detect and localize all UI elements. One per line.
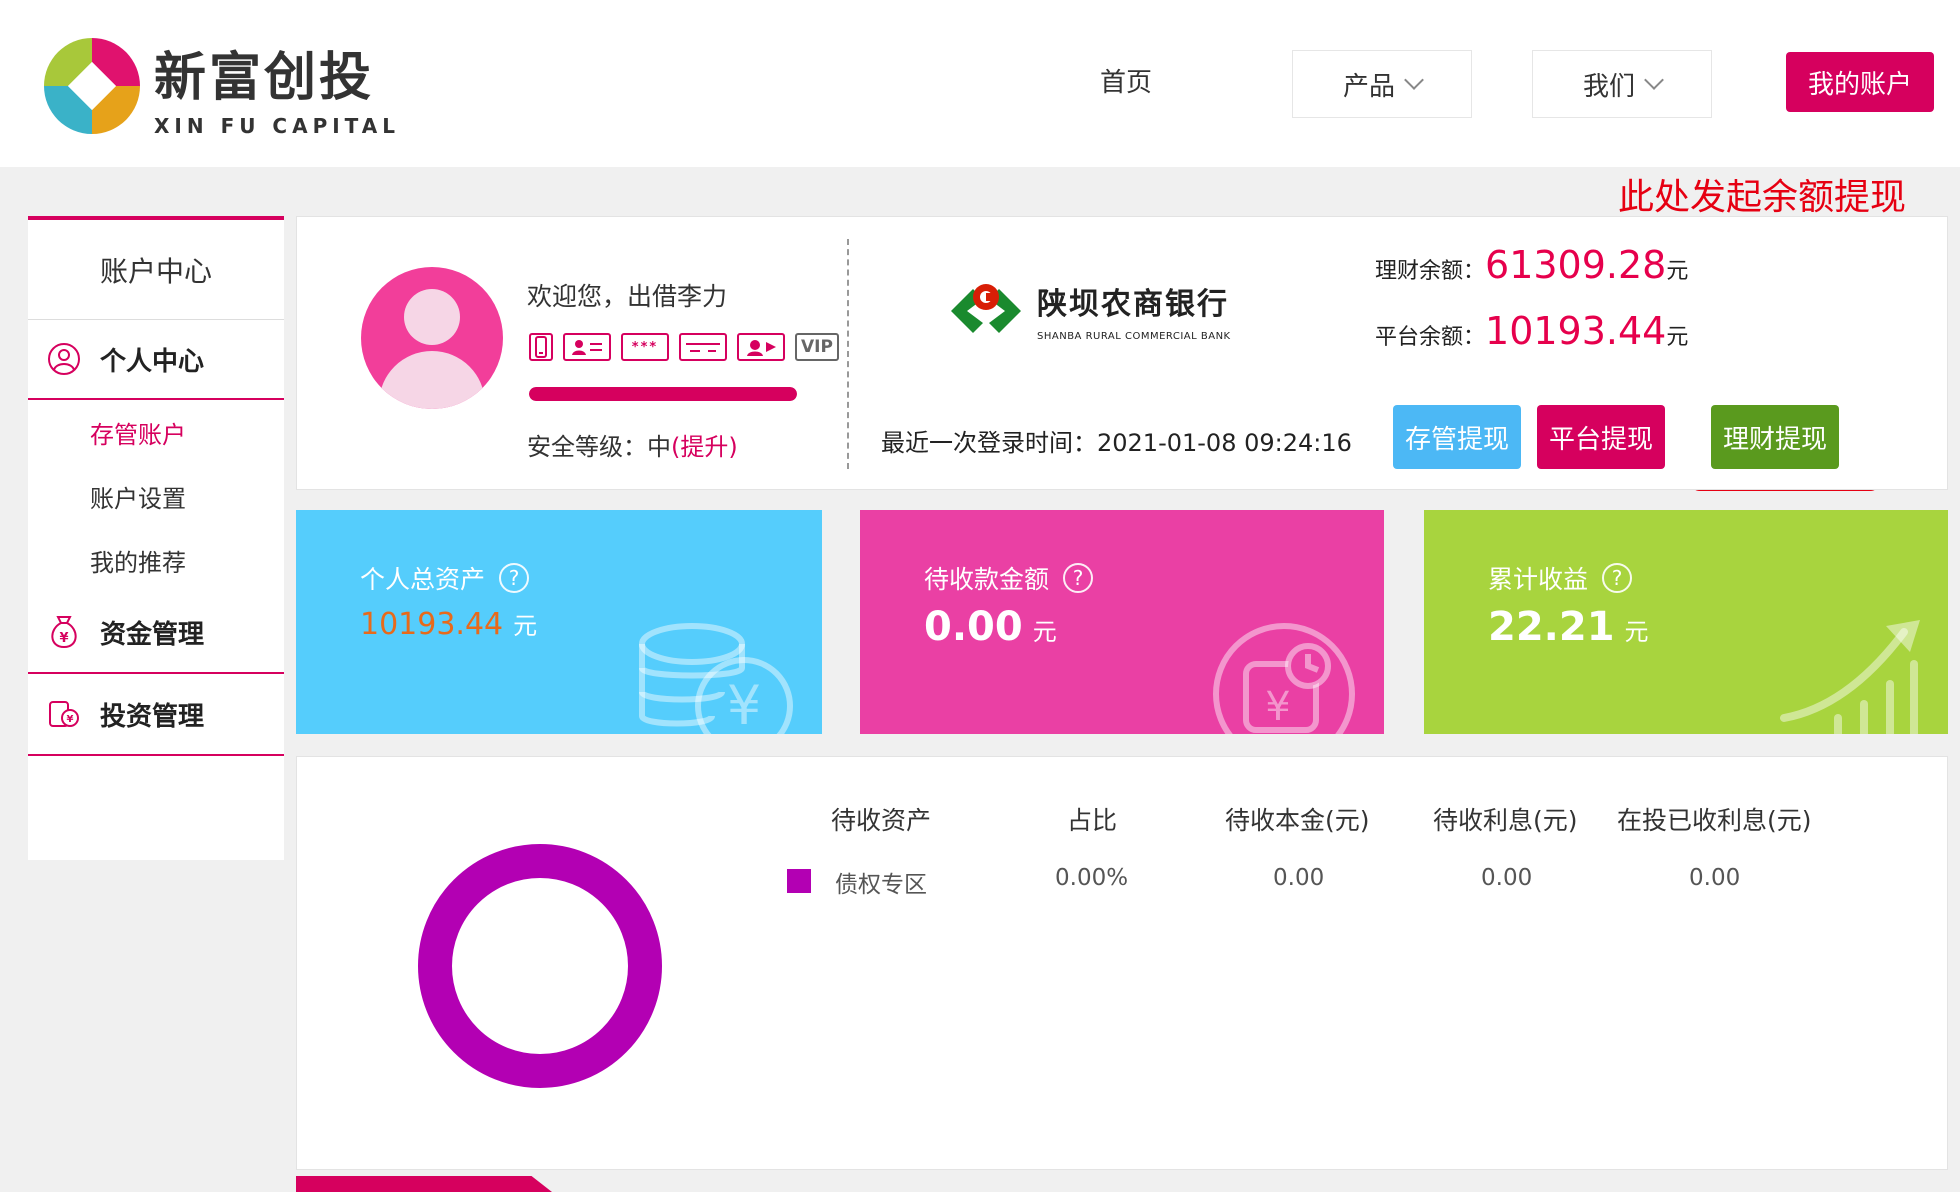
nav-home[interactable]: 首页 <box>1100 62 1152 99</box>
table-header-principal: 待收本金(元) <box>1225 806 1370 835</box>
help-icon[interactable]: ? <box>1602 563 1633 593</box>
profile-divider <box>847 239 849 469</box>
site-logo[interactable]: 新富创投 XIN FU CAPITAL <box>42 36 395 144</box>
platform-balance: 平台余额： 10193.44 元 <box>1375 309 1688 353</box>
help-icon[interactable]: ? <box>499 563 530 593</box>
last-login-time: 最近一次登录时间：2021-01-08 09:24:16 <box>881 429 1352 457</box>
video-icon[interactable] <box>737 333 785 361</box>
svg-text:¥: ¥ <box>59 631 68 646</box>
platform-balance-value: 10193.44 <box>1485 309 1667 353</box>
assets-donut-chart <box>418 844 662 1088</box>
stat-label: 待收款金额 <box>924 565 1050 594</box>
chevron-down-icon <box>1644 70 1664 90</box>
finance-withdraw-button[interactable]: 理财提现 <box>1711 405 1839 469</box>
stat-label: 累计收益 <box>1488 565 1589 594</box>
stat-accumulated-earnings: 累计收益? 22.21 元 <box>1424 510 1948 734</box>
sidebar-group-investment-management[interactable]: ¥ 投资管理 <box>28 674 284 756</box>
welcome-text: 欢迎您，出借李力 <box>527 282 728 311</box>
table-cell-interest: 0.00 <box>1481 865 1533 891</box>
table-header-asset: 待收资产 <box>831 806 932 835</box>
security-progress-bar <box>529 387 797 401</box>
security-upgrade-link[interactable]: (提升) <box>671 433 738 461</box>
stat-unit: 元 <box>1624 618 1649 646</box>
svg-text:¥: ¥ <box>1265 684 1290 730</box>
sidebar-title: 账户中心 <box>28 220 284 320</box>
stat-label: 个人总资产 <box>360 565 486 594</box>
svg-text:¥: ¥ <box>727 674 761 734</box>
vip-badge[interactable]: VIP <box>795 333 839 361</box>
stat-value: 0.00 <box>924 604 1023 650</box>
nav-us-label: 我们 <box>1582 71 1635 102</box>
finance-balance-unit: 元 <box>1666 259 1689 284</box>
chevron-down-icon <box>1404 70 1424 90</box>
site-header: 新富创投 XIN FU CAPITAL 首页 产品 我们 我的账户 <box>0 0 1960 167</box>
logo-mark-icon <box>44 38 140 134</box>
nav-products-label: 产品 <box>1342 71 1395 102</box>
table-cell-ratio: 0.00% <box>1055 865 1129 891</box>
logo-cn-text: 新富创投 <box>154 48 375 108</box>
sidebar-item-account-settings[interactable]: 账户设置 <box>28 464 284 528</box>
profile-card: 欢迎您，出借李力 *** VIP 安全等级：中(提升) 陕坝农商银行 SHANB… <box>296 216 1948 490</box>
sidebar-group-personal-center[interactable]: 个人中心 <box>28 320 284 400</box>
sidebar-group-label: 个人中心 <box>100 346 205 377</box>
bank-card-icon[interactable] <box>679 333 727 361</box>
password-icon[interactable]: *** <box>621 333 669 361</box>
growth-chart-icon <box>1780 620 1920 734</box>
stat-unit: 元 <box>513 612 538 640</box>
table-cell-asset: 债权专区 <box>835 872 927 898</box>
finance-balance: 理财余额： 61309.28 元 <box>1375 243 1688 287</box>
bank-name-cn: 陕坝农商银行 <box>1037 287 1229 322</box>
custody-withdraw-button[interactable]: 存管提现 <box>1393 405 1521 469</box>
annotation-text: 此处发起余额提现 <box>1618 177 1907 218</box>
platform-balance-label: 平台余额： <box>1375 325 1486 350</box>
stat-total-assets: 个人总资产? 10193.44 元 ¥ <box>296 510 822 734</box>
table-header-interest: 待收利息(元) <box>1433 806 1578 835</box>
finance-balance-label: 理财余额： <box>1375 259 1486 284</box>
stat-pending-receivable: 待收款金额? 0.00 元 ¥ <box>860 510 1384 734</box>
bank-emblem-icon <box>951 284 1021 333</box>
bank-name-en: SHANBA RURAL COMMERCIAL BANK <box>1037 331 1231 342</box>
bottom-tab-indicator <box>296 1176 552 1192</box>
avatar[interactable] <box>361 267 503 409</box>
coins-icon: ¥ <box>639 623 793 734</box>
table-cell-received-interest: 0.00 <box>1689 865 1741 891</box>
platform-withdraw-button[interactable]: 平台提现 <box>1537 405 1665 469</box>
legend-swatch <box>787 869 811 893</box>
id-card-icon[interactable] <box>563 333 611 361</box>
sidebar-item-custody-account[interactable]: 存管账户 <box>28 400 284 464</box>
nav-us-dropdown[interactable]: 我们 <box>1532 50 1712 118</box>
table-cell-principal: 0.00 <box>1273 865 1325 891</box>
help-icon[interactable]: ? <box>1063 563 1094 593</box>
table-header-received-interest: 在投已收利息(元) <box>1617 806 1812 835</box>
account-sidebar: 账户中心 个人中心 存管账户 账户设置 我的推荐 ¥ 资金管理 ¥ 投资管理 <box>28 216 284 860</box>
investment-icon: ¥ <box>46 696 82 732</box>
security-progress-fill <box>529 387 797 401</box>
sidebar-group-label: 资金管理 <box>100 619 205 650</box>
platform-balance-unit: 元 <box>1666 325 1689 350</box>
verification-badges: *** VIP <box>529 333 839 361</box>
phone-icon[interactable] <box>529 333 553 361</box>
finance-balance-value: 61309.28 <box>1485 243 1667 287</box>
security-level: 安全等级：中(提升) <box>527 427 738 462</box>
stat-value: 10193.44 <box>360 607 504 642</box>
sidebar-item-my-referrals[interactable]: 我的推荐 <box>28 528 284 592</box>
stat-unit: 元 <box>1032 618 1057 646</box>
security-level-label: 安全等级：中 <box>527 433 671 461</box>
sidebar-group-fund-management[interactable]: ¥ 资金管理 <box>28 592 284 674</box>
nav-products-dropdown[interactable]: 产品 <box>1292 50 1472 118</box>
table-header-ratio: 占比 <box>1067 806 1118 835</box>
my-account-button[interactable]: 我的账户 <box>1786 52 1934 112</box>
money-bag-icon: ¥ <box>46 614 82 650</box>
receivable-clock-icon: ¥ <box>1213 623 1355 734</box>
sidebar-group-label: 投资管理 <box>100 701 205 732</box>
logo-en-text: XIN FU CAPITAL <box>154 114 400 138</box>
bank-logo: 陕坝农商银行 SHANBA RURAL COMMERCIAL BANK <box>943 273 1230 353</box>
user-circle-icon <box>46 341 82 377</box>
svg-text:¥: ¥ <box>67 714 74 725</box>
assets-breakdown-panel: 待收资产 占比 待收本金(元) 待收利息(元) 在投已收利息(元) 债权专区 0… <box>296 756 1948 1170</box>
donut-ring <box>418 844 662 1088</box>
stat-value: 22.21 <box>1488 604 1615 650</box>
